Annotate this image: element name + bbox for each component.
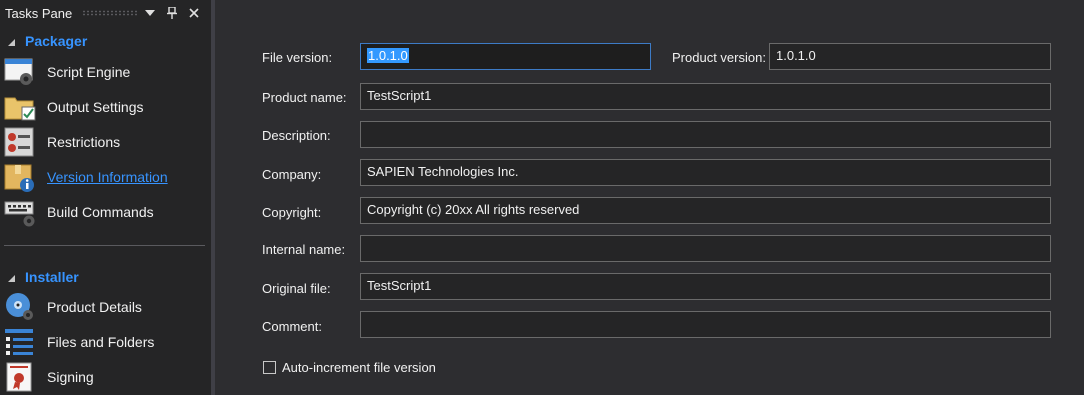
pin-icon bbox=[167, 7, 177, 19]
group-header-packager[interactable]: Packager bbox=[8, 31, 87, 51]
pane-pin-button[interactable] bbox=[164, 4, 180, 22]
company-field[interactable]: SAPIEN Technologies Inc. bbox=[360, 159, 1051, 186]
product-name-label: Product name: bbox=[262, 90, 347, 105]
sidebar-item-output-settings[interactable]: Output Settings bbox=[0, 91, 211, 123]
copyright-value: Copyright (c) 20xx All rights reserved bbox=[367, 202, 580, 217]
company-value: SAPIEN Technologies Inc. bbox=[367, 164, 519, 179]
copyright-label: Copyright: bbox=[262, 205, 322, 220]
group-separator bbox=[4, 245, 205, 246]
version-info-icon bbox=[4, 164, 34, 192]
product-version-label: Product version: bbox=[672, 50, 766, 65]
sidebar-item-build-commands[interactable]: Build Commands bbox=[0, 196, 211, 228]
auto-increment-checkbox[interactable] bbox=[263, 361, 276, 374]
sidebar-item-label: Files and Folders bbox=[47, 334, 155, 350]
group-label: Installer bbox=[25, 269, 79, 285]
group-label: Packager bbox=[25, 33, 88, 49]
close-icon bbox=[189, 8, 199, 18]
original-file-value: TestScript1 bbox=[367, 278, 432, 293]
group-header-installer[interactable]: Installer bbox=[8, 267, 79, 287]
internal-name-label: Internal name: bbox=[262, 242, 346, 257]
sidebar-item-label: Signing bbox=[47, 369, 94, 385]
file-version-value: 1.0.1.0 bbox=[367, 48, 409, 63]
internal-name-field[interactable] bbox=[360, 235, 1051, 262]
company-label: Company: bbox=[262, 167, 322, 182]
version-information-form: File version: 1.0.1.0 Product version: 1… bbox=[215, 0, 1084, 395]
sidebar-item-restrictions[interactable]: Restrictions bbox=[0, 126, 211, 158]
product-name-value: TestScript1 bbox=[367, 88, 432, 103]
collapse-triangle-icon bbox=[8, 38, 15, 46]
auto-increment-label: Auto-increment file version bbox=[282, 360, 436, 375]
build-commands-icon bbox=[4, 201, 35, 227]
comment-field[interactable] bbox=[360, 311, 1051, 338]
sidebar-item-signing[interactable]: Signing bbox=[0, 361, 211, 393]
script-engine-icon bbox=[4, 58, 33, 85]
sidebar-item-label: Product Details bbox=[47, 299, 142, 315]
sidebar-item-label: Restrictions bbox=[47, 134, 121, 150]
original-file-field[interactable]: TestScript1 bbox=[360, 273, 1051, 300]
original-file-label: Original file: bbox=[262, 281, 331, 296]
signing-icon bbox=[6, 362, 32, 392]
sidebar-item-product-details[interactable]: Product Details bbox=[0, 291, 211, 323]
product-version-value: 1.0.1.0 bbox=[776, 48, 816, 63]
collapse-triangle-icon bbox=[8, 274, 15, 282]
sidebar-item-version-information[interactable]: Version Information bbox=[0, 161, 211, 193]
product-name-field[interactable]: TestScript1 bbox=[360, 83, 1051, 110]
files-folders-icon bbox=[5, 329, 33, 355]
description-label: Description: bbox=[262, 128, 331, 143]
pane-dropdown-button[interactable] bbox=[142, 4, 158, 22]
chevron-down-icon bbox=[145, 10, 155, 16]
copyright-field[interactable]: Copyright (c) 20xx All rights reserved bbox=[360, 197, 1051, 224]
pane-drag-grip[interactable] bbox=[82, 10, 137, 16]
sidebar-item-script-engine[interactable]: Script Engine bbox=[0, 56, 211, 88]
sidebar-item-label: Output Settings bbox=[47, 99, 144, 115]
pane-title: Tasks Pane bbox=[5, 5, 73, 21]
description-field[interactable] bbox=[360, 121, 1051, 148]
tasks-pane: Tasks Pane Packager Script Engine Output… bbox=[0, 0, 211, 395]
pane-close-button[interactable] bbox=[186, 4, 202, 22]
sidebar-item-label: Script Engine bbox=[47, 64, 131, 80]
file-version-label: File version: bbox=[262, 50, 333, 65]
comment-label: Comment: bbox=[262, 319, 322, 334]
sidebar-item-label: Version Information bbox=[47, 169, 168, 185]
product-details-icon bbox=[6, 293, 33, 320]
file-version-field[interactable]: 1.0.1.0 bbox=[360, 43, 651, 70]
sidebar-item-label: Build Commands bbox=[47, 204, 154, 220]
sidebar-item-files-and-folders[interactable]: Files and Folders bbox=[0, 326, 211, 358]
product-version-field[interactable]: 1.0.1.0 bbox=[769, 43, 1051, 70]
auto-increment-option[interactable]: Auto-increment file version bbox=[263, 360, 436, 375]
restrictions-icon bbox=[4, 127, 34, 157]
output-settings-icon bbox=[4, 97, 36, 121]
